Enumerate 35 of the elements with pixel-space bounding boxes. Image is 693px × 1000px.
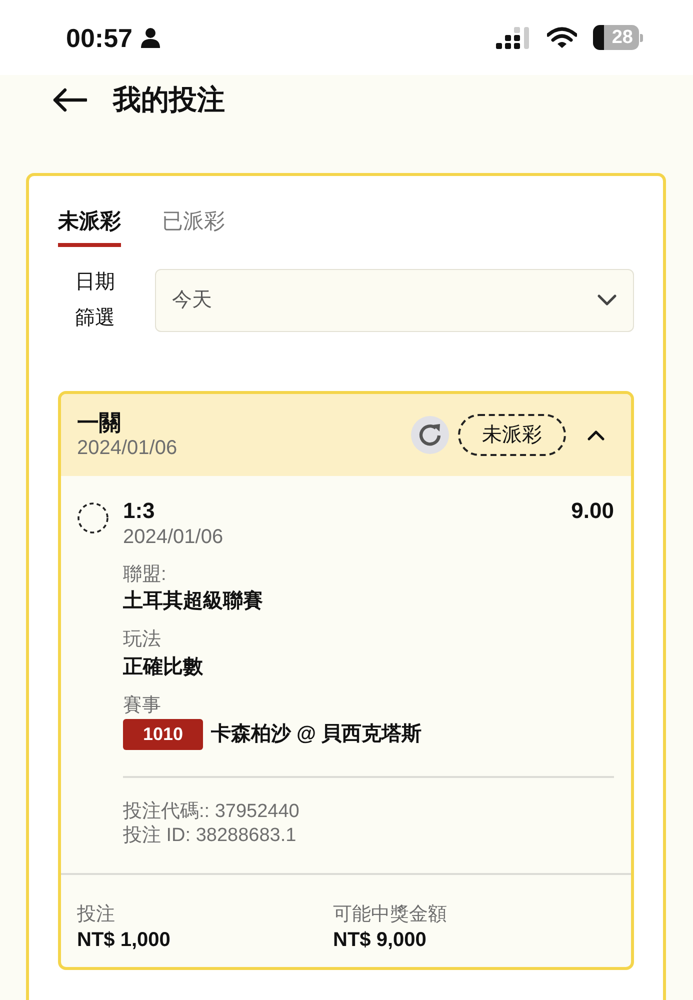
back-arrow-icon[interactable]: [52, 88, 87, 112]
signal-icon: [496, 26, 531, 50]
selection-date: 2024/01/06: [123, 524, 224, 550]
payout-amount: NT$ 9,000: [333, 928, 428, 953]
chevron-down-icon: [597, 294, 617, 306]
bet-code: 投注代碼:: 37952440: [123, 800, 300, 824]
bet-id: 投注 ID: 38288683.1: [123, 824, 298, 848]
wifi-icon: [547, 26, 577, 48]
bet-type: 一關: [77, 410, 122, 436]
status-time: 00:57: [66, 24, 132, 50]
stake-label: 投注: [77, 902, 116, 927]
dashed-circle-icon: [77, 502, 109, 534]
bet-date: 2024/01/06: [77, 436, 178, 461]
person-icon: [140, 28, 160, 48]
field-label: 聯盟:: [123, 562, 168, 587]
date-filter-label: 日期篩選: [75, 270, 116, 332]
field-value: 正確比數: [123, 654, 203, 680]
field-value: 卡森柏沙 @ 貝西克塔斯: [211, 722, 422, 748]
bet-card-header[interactable]: 一關 2024/01/06 未派彩: [61, 394, 631, 476]
field-value: 土耳其超級聯賽: [123, 588, 263, 614]
selection-score: 1:3: [123, 498, 155, 525]
field-label: 玩法: [123, 628, 162, 652]
tab[interactable]: 已派彩: [162, 208, 225, 248]
page-title: 我的投注: [113, 83, 225, 117]
refresh-icon[interactable]: [411, 416, 449, 454]
tab[interactable]: 未派彩: [58, 208, 121, 248]
date-select[interactable]: 今天: [155, 268, 634, 332]
payout-label: 可能中獎金額: [333, 902, 448, 927]
selection-odds: 9.00: [571, 498, 614, 525]
match-code-tag: 1010: [123, 718, 203, 750]
caret-up-icon[interactable]: [587, 430, 605, 441]
battery-percentage: 28: [612, 28, 633, 47]
field-label: 賽事: [123, 694, 162, 718]
status-pill: 未派彩: [458, 414, 566, 456]
stake-amount: NT$ 1,000: [77, 928, 172, 953]
